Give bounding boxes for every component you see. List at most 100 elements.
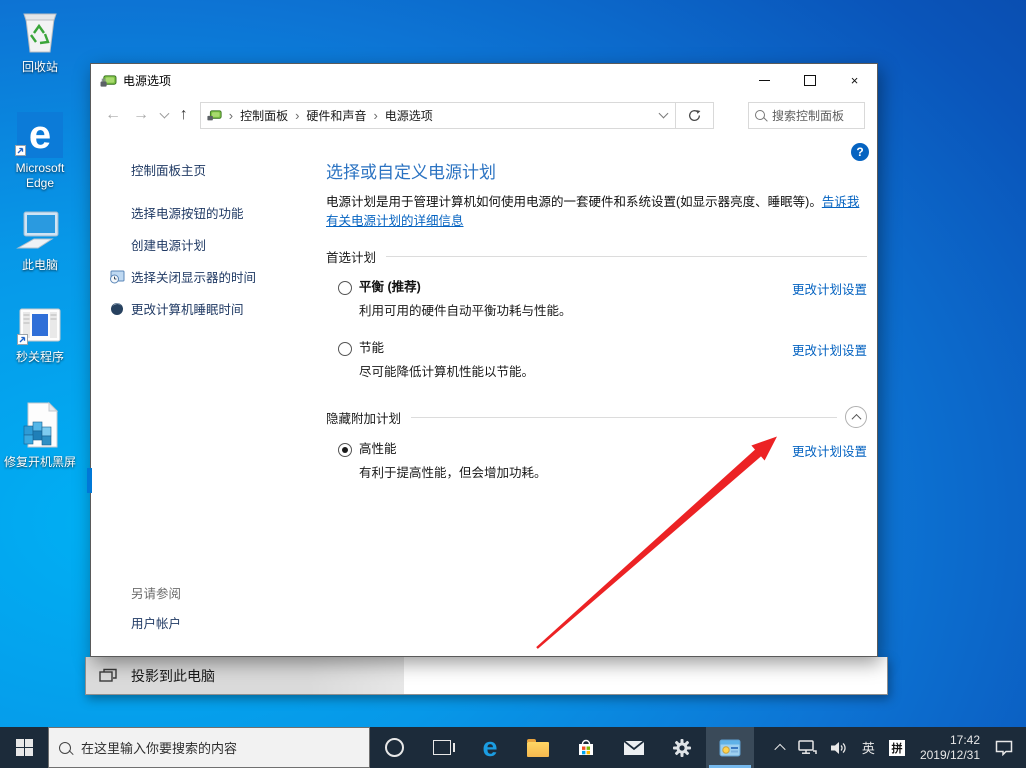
control-panel-window-icon [719, 739, 741, 756]
plan-label[interactable]: 高性能 [359, 441, 782, 457]
mail-button[interactable] [610, 727, 658, 768]
desktop-icon-label: 回收站 [21, 60, 58, 74]
breadcrumb[interactable]: › 控制面板 › 硬件和声音 › 电源选项 [199, 101, 676, 129]
close-button[interactable]: × [832, 64, 877, 96]
desktop-icon-this-pc[interactable]: 此电脑 [2, 210, 78, 273]
chevron-up-icon [774, 743, 786, 755]
search-icon [754, 110, 765, 120]
desktop-icon-label: 此电脑 [21, 258, 58, 272]
edge-icon: e [15, 112, 63, 159]
taskbar: 在这里输入你要搜索的内容 e 英 拼 17:42 2019/12/31 [0, 727, 1026, 768]
breadcrumb-separator: › [373, 107, 378, 123]
breadcrumb-control-panel[interactable]: 控制面板 [240, 107, 288, 124]
app-window-icon [17, 308, 61, 348]
preferred-plans-header: 首选计划 [326, 247, 867, 266]
main-content: ? 选择或自定义电源计划 电源计划是用于管理计算机如何使用电源的一套硬件和系统设… [326, 134, 869, 481]
change-plan-settings-link-power-saver[interactable]: 更改计划设置 [792, 340, 867, 380]
desktop: 回收站 e Microsoft Edge 此电脑 秒关程序 修复开机黑屏 投影到… [0, 0, 1026, 768]
clock-time: 17:42 [949, 732, 980, 747]
network-icon [798, 740, 817, 754]
edge-taskbar-button[interactable]: e [466, 727, 514, 768]
task-view-button[interactable] [418, 727, 466, 768]
language-indicator[interactable]: 英 [862, 738, 875, 757]
cortana-button[interactable] [370, 727, 418, 768]
desktop-icon-quick-close[interactable]: 秒关程序 [2, 308, 78, 365]
plan-description: 利用可用的硬件自动平衡功耗与性能。 [359, 304, 572, 318]
background-window-content [404, 657, 887, 694]
see-also-section: 另请参阅 用户帐户 [131, 583, 181, 632]
volume-button[interactable] [830, 741, 848, 755]
clock-date: 2019/12/31 [919, 747, 980, 762]
chevron-up-icon [851, 413, 861, 424]
up-button[interactable]: ↑ [180, 106, 188, 124]
page-title: 选择或自定义电源计划 [326, 163, 496, 182]
system-tray: 英 拼 17:42 2019/12/31 [769, 727, 1026, 768]
sidebar-item-display-off-time[interactable]: 选择关闭显示器的时间 [109, 267, 326, 286]
breadcrumb-hardware-sound[interactable]: 硬件和声音 [306, 107, 366, 124]
minimize-button[interactable] [742, 64, 787, 96]
mail-icon [624, 740, 644, 755]
folder-icon [527, 738, 549, 757]
network-button[interactable] [798, 740, 817, 755]
plan-row-power-saver: 节能 尽可能降低计算机性能以节能。 更改计划设置 [326, 340, 867, 380]
store-button[interactable] [562, 727, 610, 768]
taskbar-search-input[interactable]: 在这里输入你要搜索的内容 [48, 727, 370, 768]
start-button[interactable] [0, 727, 48, 768]
project-to-this-pc-item[interactable]: 投影到此电脑 [86, 657, 404, 694]
clock[interactable]: 17:42 2019/12/31 [920, 733, 980, 763]
plan-row-balanced: 平衡 (推荐) 利用可用的硬件自动平衡功耗与性能。 更改计划设置 [326, 279, 867, 319]
shortcut-arrow-icon [15, 145, 26, 159]
back-button[interactable]: ← [105, 106, 121, 124]
sidebar: 控制面板主页 选择电源按钮的功能 创建电源计划 选择关闭显示器的时间 更改计算机… [91, 134, 326, 656]
radio-power-saver[interactable] [338, 342, 352, 356]
ime-indicator[interactable]: 拼 [888, 739, 905, 756]
refresh-button[interactable] [675, 101, 714, 129]
sidebar-item-sleep-time[interactable]: 更改计算机睡眠时间 [110, 299, 326, 318]
plan-description: 有利于提高性能，但会增加功耗。 [359, 466, 547, 480]
breadcrumb-dropdown-icon[interactable] [658, 108, 669, 119]
recent-pages-chevron-icon[interactable] [159, 108, 170, 118]
file-explorer-button[interactable] [514, 727, 562, 768]
see-also-header: 另请参阅 [131, 587, 182, 601]
action-center-button[interactable] [995, 740, 1013, 756]
breadcrumb-power-options[interactable]: 电源选项 [385, 107, 433, 124]
volume-icon [830, 741, 846, 754]
shortcut-arrow-icon [17, 334, 28, 348]
forward-button[interactable]: → [133, 106, 149, 124]
help-button[interactable]: ? [851, 143, 869, 161]
control-panel-search-input[interactable]: 搜索控制面板 [747, 101, 865, 129]
windows-logo-icon [15, 739, 33, 756]
desktop-icon-edge[interactable]: e Microsoft Edge [2, 112, 78, 191]
radio-high-performance[interactable] [338, 443, 352, 457]
cortana-icon [384, 738, 404, 757]
ime-icon: 拼 [888, 739, 905, 756]
dual-monitor-icon [99, 668, 117, 682]
desktop-icon-fix-black-screen[interactable]: 修复开机黑屏 [2, 401, 78, 470]
sidebar-item-power-buttons[interactable]: 选择电源按钮的功能 [131, 203, 326, 222]
sleep-moon-icon [108, 302, 125, 316]
titlebar[interactable]: 电源选项 × [91, 64, 877, 96]
breadcrumb-separator: › [295, 107, 300, 123]
navigation-bar: ← → ↑ › 控制面板 › 硬件和声音 › 电源选项 搜索控制面板 [91, 96, 877, 134]
plan-label[interactable]: 节能 [359, 340, 782, 356]
desktop-icon-recycle-bin[interactable]: 回收站 [2, 8, 78, 75]
power-options-taskbar-button[interactable] [706, 727, 754, 768]
sidebar-item-create-plan[interactable]: 创建电源计划 [131, 235, 326, 254]
change-plan-settings-link-balanced[interactable]: 更改计划设置 [792, 279, 867, 319]
desktop-icon-label: 修复开机黑屏 [3, 455, 76, 469]
help-icon: ? [856, 145, 864, 159]
hidden-icons-button[interactable] [774, 743, 786, 755]
sidebar-item-home[interactable]: 控制面板主页 [131, 160, 326, 179]
change-plan-settings-link-high-performance[interactable]: 更改计划设置 [792, 441, 867, 481]
intro-text: 电源计划是用于管理计算机如何使用电源的一套硬件和系统设置(如显示器亮度、睡眠等)… [326, 195, 860, 228]
maximize-button[interactable] [787, 64, 832, 96]
user-accounts-link[interactable]: 用户帐户 [131, 613, 181, 632]
collapse-button[interactable] [845, 406, 867, 428]
radio-balanced[interactable] [338, 281, 352, 295]
plan-label[interactable]: 平衡 (推荐) [359, 279, 782, 295]
edge-icon: e [482, 732, 498, 762]
store-icon [579, 739, 593, 755]
plan-description: 尽可能降低计算机性能以节能。 [359, 365, 535, 379]
settings-button[interactable] [658, 727, 706, 768]
desktop-icon-label: 秒关程序 [15, 350, 64, 364]
